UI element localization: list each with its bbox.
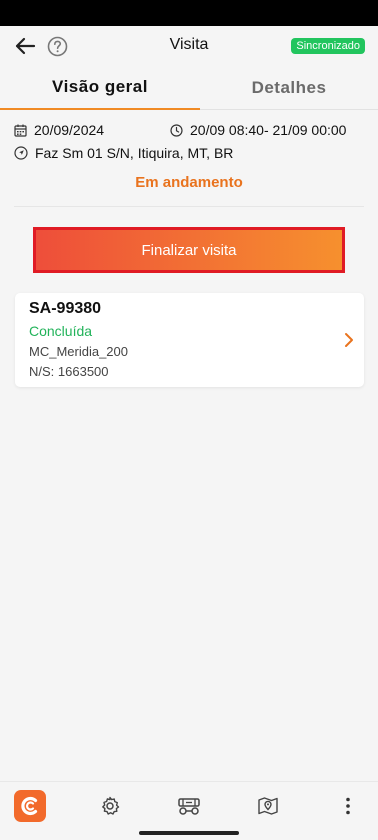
clock-icon — [170, 123, 183, 137]
system-gesture-bar — [0, 827, 378, 840]
service-item-status: Concluída — [29, 323, 93, 339]
finish-visit-button[interactable]: Finalizar visita — [36, 230, 342, 270]
visit-status: Em andamento — [135, 174, 243, 191]
system-status-bar — [0, 0, 378, 26]
settings-icon — [102, 796, 120, 815]
service-item-card[interactable]: SA-99380 Concluída MC_Meridia_200 N/S: 1… — [15, 293, 364, 387]
visit-date-text: 20/09/2024 — [34, 122, 105, 138]
service-item-model: MC_Meridia_200 — [29, 344, 128, 359]
divider — [14, 206, 364, 207]
visit-time-text: 20/09 08:40- 21/09 00:00 — [190, 122, 347, 138]
service-item-serial: N/S: 1663500 — [29, 364, 109, 379]
map-pin-icon — [258, 797, 278, 815]
app-header: Visita Sincronizado — [0, 26, 378, 66]
visit-date: 20/09/2024 — [14, 122, 104, 138]
finish-visit-highlight: Finalizar visita — [33, 227, 345, 273]
calendar-icon — [14, 124, 27, 137]
nav-settings-button[interactable] — [94, 790, 126, 822]
nav-more-button[interactable] — [332, 790, 364, 822]
sync-status-badge: Sincronizado — [291, 38, 365, 54]
nav-home-button[interactable] — [14, 790, 46, 822]
more-vertical-icon — [346, 797, 350, 815]
tab-details[interactable]: Detalhes — [200, 66, 378, 110]
visit-address: Faz Sm 01 S/N, Itiquira, MT, BR — [14, 145, 233, 161]
visit-address-text: Faz Sm 01 S/N, Itiquira, MT, BR — [35, 145, 234, 161]
nav-map-button[interactable] — [252, 790, 284, 822]
chevron-right-icon[interactable] — [344, 332, 354, 348]
visit-time-range: 20/09 08:40- 21/09 00:00 — [170, 122, 346, 138]
bottom-navigation — [0, 781, 378, 827]
home-indicator[interactable] — [139, 831, 239, 835]
visit-info: 20/09/2024 20/09 08:40- 21/09 00:00 Faz … — [0, 110, 378, 208]
tab-overview[interactable]: Visão geral — [0, 66, 200, 110]
nav-equipment-button[interactable] — [173, 790, 205, 822]
equipment-icon — [178, 798, 200, 815]
navigation-icon — [14, 146, 28, 160]
service-item-code: SA-99380 — [29, 300, 102, 317]
tab-bar: Visão geral Detalhes — [0, 66, 378, 110]
app-logo-icon — [21, 796, 38, 816]
